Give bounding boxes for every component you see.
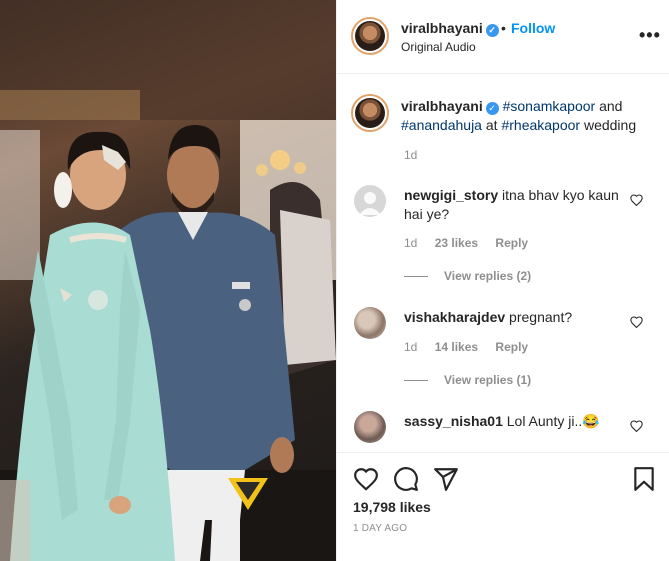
comment-body: pregnant? (505, 309, 573, 325)
comment-username[interactable]: vishakharajdev (404, 309, 505, 325)
comment-avatar[interactable] (354, 411, 386, 443)
default-avatar-icon (359, 192, 381, 215)
separator-dot: • (501, 20, 506, 36)
follow-button[interactable]: Follow (511, 20, 555, 36)
audio-label[interactable]: Original Audio (401, 40, 476, 54)
more-options-icon[interactable]: ••• (639, 26, 661, 44)
hashtag-link[interactable]: #anandahuja (401, 117, 482, 133)
caption-word: wedding (580, 117, 637, 133)
caption-username[interactable]: viralbhayani (401, 98, 483, 114)
comment-username[interactable]: sassy_nisha01 (404, 413, 503, 429)
comment-avatar[interactable] (354, 185, 386, 217)
share-paper-plane-icon[interactable] (433, 466, 459, 492)
post-date[interactable]: 1 DAY AGO (353, 523, 407, 534)
comment-time[interactable]: 1d (404, 236, 417, 250)
caption-meta: 1d (404, 148, 431, 162)
view-replies-button[interactable]: View replies (2) (404, 269, 531, 283)
save-bookmark-icon[interactable] (631, 466, 657, 492)
view-replies-button[interactable]: View replies (1) (404, 373, 531, 387)
comment-likes[interactable]: 23 likes (435, 236, 478, 250)
caption-time[interactable]: 1d (404, 148, 417, 162)
avatar[interactable] (351, 17, 389, 55)
post-author-username[interactable]: viralbhayani (401, 20, 483, 36)
post-header: viralbhayani ✓ • Follow Original Audio ••… (337, 0, 669, 74)
comment-body: Lol Aunty ji..😂 (502, 413, 600, 429)
wedding-photo-illustration (0, 0, 336, 561)
view-replies-label[interactable]: View replies (1) (444, 373, 531, 387)
post-author[interactable]: viralbhayani ✓ (401, 20, 499, 37)
comment-likes[interactable]: 14 likes (435, 340, 478, 354)
hashtag-link[interactable]: #rheakapoor (501, 117, 580, 133)
reply-button[interactable]: Reply (495, 340, 528, 354)
comment-time[interactable]: 1d (404, 340, 417, 354)
caption-word: and (595, 98, 623, 114)
comment-text: sassy_nisha01 Lol Aunty ji..😂 (404, 412, 619, 431)
like-comment-icon[interactable] (630, 316, 643, 328)
verified-badge-icon: ✓ (485, 102, 499, 115)
like-comment-icon[interactable] (630, 194, 643, 206)
comment-avatar[interactable] (354, 307, 386, 339)
like-count[interactable]: 19,798 likes (353, 499, 431, 515)
comment-icon[interactable] (393, 466, 419, 492)
caption-avatar[interactable] (351, 94, 389, 132)
caption-word: at (481, 117, 502, 133)
like-comment-icon[interactable] (630, 420, 643, 432)
post-photo[interactable] (0, 0, 336, 561)
profile-picture (355, 21, 385, 51)
verified-badge-icon: ✓ (485, 24, 499, 37)
comment-text: vishakharajdev pregnant? (404, 308, 619, 327)
comment-username[interactable]: newgigi_story (404, 187, 498, 203)
comment-meta: 1d 23 likes Reply (404, 236, 542, 250)
post-detail-panel: viralbhayani ✓ • Follow Original Audio ••… (336, 0, 669, 561)
comments-section[interactable]: viralbhayani ✓ #sonamkapoor and #anandahu… (337, 74, 669, 452)
divider (404, 276, 428, 278)
post-actions: 19,798 likes 1 DAY AGO (337, 452, 669, 561)
divider (404, 380, 428, 382)
caption-text: viralbhayani ✓ #sonamkapoor and #anandahu… (401, 97, 663, 135)
reply-button[interactable]: Reply (495, 236, 528, 250)
hashtag-link[interactable]: #sonamkapoor (503, 98, 596, 114)
profile-picture (355, 98, 385, 128)
comment-text: newgigi_story itna bhav kyo kaun hai ye? (404, 186, 619, 224)
comment-meta: 1d 14 likes Reply (404, 340, 542, 354)
like-heart-icon[interactable] (353, 466, 379, 492)
view-replies-label[interactable]: View replies (2) (444, 269, 531, 283)
